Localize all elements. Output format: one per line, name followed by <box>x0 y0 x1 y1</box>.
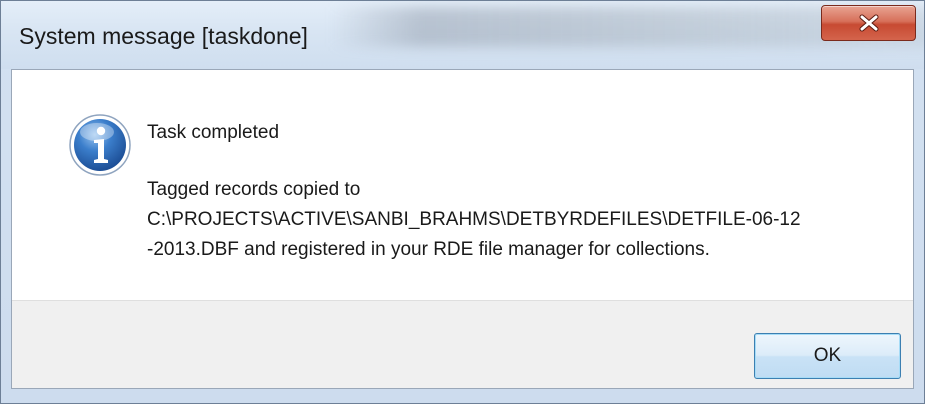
message-area: Task completed Tagged records copied to … <box>12 70 913 300</box>
ok-button[interactable]: OK <box>754 333 901 379</box>
message-line: -2013.DBF and registered in your RDE fil… <box>147 239 710 260</box>
button-bar: OK <box>12 300 913 388</box>
dialog-body: Task completed Tagged records copied to … <box>11 69 914 389</box>
close-button[interactable] <box>821 5 916 41</box>
message-dialog: System message [taskdone] Task completed… <box>0 0 925 404</box>
message-body: Tagged records copied to C:\PROJECTS\ACT… <box>147 175 887 265</box>
window-title: System message [taskdone] <box>19 23 308 49</box>
message-line: C:\PROJECTS\ACTIVE\SANBI_BRAHMS\DETBYRDE… <box>147 209 801 230</box>
close-x-icon <box>859 14 878 32</box>
message-heading: Task completed <box>147 122 280 143</box>
title-bar[interactable]: System message [taskdone] <box>1 1 924 69</box>
message-line: Tagged records copied to <box>147 179 361 200</box>
info-icon <box>69 114 131 176</box>
